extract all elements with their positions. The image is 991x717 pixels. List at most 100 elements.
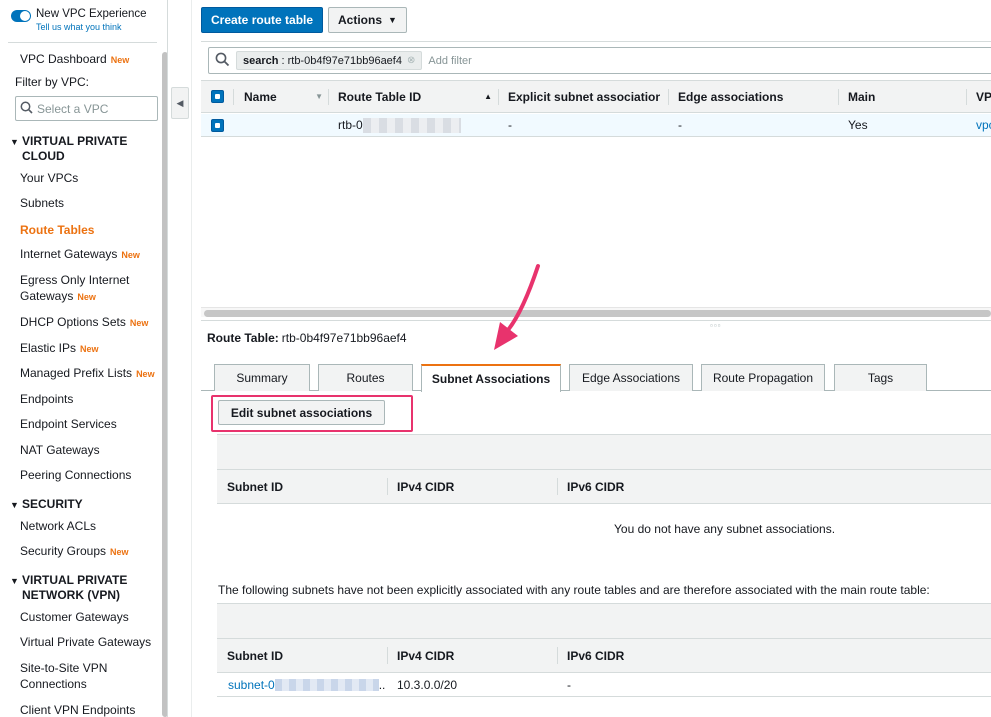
sidebar-item-route-tables[interactable]: Route Tables [20,222,94,238]
sidebar-item-label: Elastic IPs [20,341,77,355]
column-separator [668,89,669,105]
table-row[interactable]: rtb-0 - - Yes vpc [201,114,991,137]
row-checkbox[interactable] [211,114,224,136]
toggle-title: New VPC Experience [36,8,147,20]
column-header-route-table-id[interactable]: Route Table ID ▲ [338,81,498,112]
caret-left-icon: ◀ [176,97,184,108]
sidebar-item-virtual-private-gateways[interactable]: Virtual Private Gateways [20,634,151,650]
column-separator [498,89,499,105]
column-header-subnet-id[interactable]: Subnet ID [227,470,283,503]
sidebar-item-egress-only-internet-gateways[interactable]: Egress Only Internet Gateways New [20,272,129,305]
create-route-table-button[interactable]: Create route table [201,7,324,33]
sidebar-item-security-groups[interactable]: Security Groups New [20,543,129,560]
sidebar-item-label: Your VPCs [20,171,79,185]
column-header-label: Route Table ID [338,89,422,104]
edit-subnet-associations-button[interactable]: Edit subnet associations [218,400,385,425]
drag-handle-icon[interactable]: ▫▫▫ [710,321,722,330]
sidebar-item-network-acls[interactable]: Network ACLs [20,518,96,534]
new-badge: New [110,547,129,557]
sidebar-item-label: Internet Gateways [20,247,118,261]
tab-tags[interactable]: Tags [834,364,927,391]
select-all-checkbox[interactable] [211,81,231,112]
pane-splitter[interactable] [201,320,991,321]
section-security[interactable]: ▼ SECURITY [10,497,83,513]
sidebar-item-internet-gateways[interactable]: Internet Gateways New [20,246,140,263]
filter-bar[interactable]: search : rtb-0b4f97e71bb96aef4 ⊗ Add fil… [208,47,991,74]
tab-route-propagation[interactable]: Route Propagation [701,364,825,391]
sidebar-item-endpoints[interactable]: Endpoints [20,391,73,407]
sidebar-item-label: NAT Gateways [20,443,100,457]
sidebar-item-client-vpn-endpoints[interactable]: Client VPN Endpoints [20,702,135,717]
section-label: VIRTUAL PRIVATE CLOUD [22,134,128,163]
vpc-link[interactable]: vpc [976,114,991,136]
tab-subnet-associations[interactable]: Subnet Associations [421,364,561,392]
implicit-subnets-table-header: Subnet ID IPv4 CIDR IPv6 CIDR [217,638,991,673]
subnet-id-link[interactable]: subnet-0.. [228,674,385,696]
sidebar-item-elastic-ips[interactable]: Elastic IPs New [20,340,99,357]
sidebar-item-endpoint-services[interactable]: Endpoint Services [20,416,117,432]
column-header-ipv4-cidr[interactable]: IPv4 CIDR [397,639,454,672]
sort-down-icon: ▼ [315,92,323,101]
column-header-name[interactable]: Name ▼ [244,81,329,112]
column-header-vpc[interactable]: VPC [976,81,991,112]
feedback-link[interactable]: Tell us what you think [36,21,147,33]
section-virtual-private-network[interactable]: ▼ VIRTUAL PRIVATE NETWORK (VPN) [10,573,137,603]
column-separator [387,478,388,495]
new-badge: New [136,369,155,379]
sidebar-item-label: Site-to-Site VPN [20,661,108,675]
column-header-main[interactable]: Main [848,81,948,112]
filter-token-key: search [243,54,279,67]
column-header-ipv6-cidr[interactable]: IPv6 CIDR [567,639,624,672]
checkbox-icon [211,90,224,103]
sidebar-item-peering-connections[interactable]: Peering Connections [20,467,131,483]
sidebar-item-label: Egress Only Internet [20,273,130,287]
tab-summary[interactable]: Summary [214,364,310,391]
sidebar-item-your-vpcs[interactable]: Your VPCs [20,170,78,186]
collapse-sidebar-button[interactable]: ◀ [171,87,189,119]
gutter-divider [191,0,192,717]
sort-up-icon: ▲ [484,92,492,101]
remove-filter-icon[interactable]: ⊗ [407,55,415,66]
table-toolbar-band [217,603,991,638]
actions-button[interactable]: Actions ▼ [328,7,407,33]
add-filter-input[interactable]: Add filter [428,55,471,67]
sidebar-item-label: Peering Connections [20,468,132,482]
column-header-ipv4-cidr[interactable]: IPv4 CIDR [397,470,454,503]
sidebar-item-nat-gateways[interactable]: NAT Gateways [20,442,100,458]
new-badge: New [129,318,149,328]
new-vpc-experience-toggle[interactable] [11,10,31,22]
sidebar-item-subnets[interactable]: Subnets [20,195,64,211]
column-header-label: Edge associations [678,89,784,104]
horizontal-scrollbar[interactable] [204,310,991,317]
detail-title-value: rtb-0b4f97e71bb96aef4 [281,331,407,345]
new-badge: New [121,250,140,260]
sidebar-item-label: Gateways [20,289,74,303]
chevron-down-icon: ▼ [388,15,397,25]
tab-routes[interactable]: Routes [318,364,413,391]
sidebar-item-label: Endpoint Services [20,417,117,431]
sidebar-item-site-to-site-vpn[interactable]: Site-to-Site VPN Connections [20,660,107,692]
sidebar-item-label: Route Tables [20,223,95,237]
sidebar-item-vpc-dashboard[interactable]: VPC Dashboard New [20,51,129,68]
select-vpc-input[interactable]: Select a VPC [15,96,158,121]
column-separator [966,89,967,105]
table-row[interactable]: subnet-0.. 10.3.0.0/20 - [217,674,991,697]
associations-table-header: Subnet ID IPv4 CIDR IPv6 CIDR [217,469,991,504]
tab-edge-associations[interactable]: Edge Associations [569,364,693,391]
new-badge: New [80,344,99,354]
sidebar-item-managed-prefix-lists[interactable]: Managed Prefix Lists New [20,365,155,382]
detail-tabs: Summary Routes Subnet Associations Edge … [201,364,991,392]
column-header-ipv6-cidr[interactable]: IPv6 CIDR [567,470,624,503]
sidebar-item-label: Connections [20,677,87,691]
column-header-subnet-id[interactable]: Subnet ID [227,639,283,672]
section-virtual-private-cloud[interactable]: ▼ VIRTUAL PRIVATE CLOUD [10,134,137,164]
filter-token[interactable]: search : rtb-0b4f97e71bb96aef4 ⊗ [236,51,423,70]
sidebar-item-dhcp-options-sets[interactable]: DHCP Options Sets New [20,314,148,331]
sidebar-divider [8,42,157,43]
sidebar-item-customer-gateways[interactable]: Customer Gateways [20,609,129,625]
sidebar-scrollbar[interactable] [162,52,167,717]
caret-down-icon: ▼ [10,500,19,510]
main-cell: Yes [848,118,868,132]
column-header-explicit-subnet-association[interactable]: Explicit subnet association [508,81,660,112]
column-header-edge-associations[interactable]: Edge associations [678,81,828,112]
